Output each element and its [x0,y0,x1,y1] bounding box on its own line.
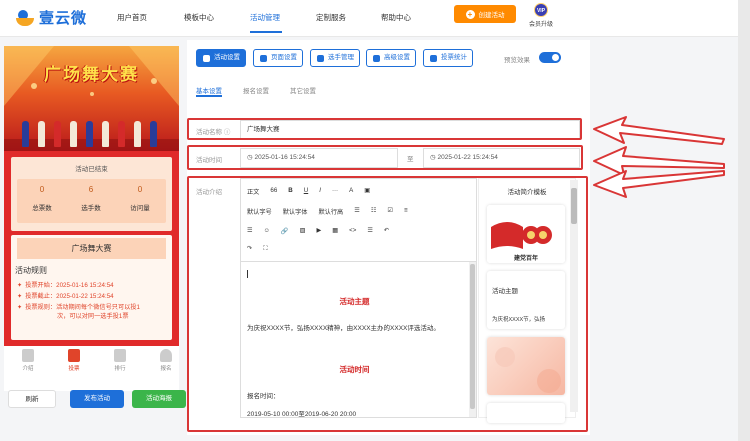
dancer-figure [134,121,141,147]
dancer-figure [102,121,109,147]
activity-settings-button[interactable]: 活动设置 [196,49,246,67]
dancer-figure [86,121,93,147]
tab-other-settings[interactable]: 其它设置 [290,85,316,95]
dancer-figure [70,121,77,147]
preview-bottom-tabs: 介绍 投票 排行 报名 [4,346,179,376]
rule-item: ✦ 投票截止：2025-01-22 15:24:54 [17,293,114,300]
page-settings-button[interactable]: 页面设置 [253,49,303,67]
person-icon [160,349,172,362]
stat-contestants: 6 选手数 [66,185,116,212]
preview-effect-label: 预览效果 [504,57,530,64]
dancer-figure [22,121,29,147]
vote-statistics-button[interactable]: 投票统计 [423,49,473,67]
rules-box: 广场舞大赛 活动规则 ✦ 投票开始：2025-01-16 15:24:54 ✦ 投票… [11,235,172,340]
nav-help-center[interactable]: 帮助中心 [381,12,411,23]
crown-icon [114,349,126,362]
stat-label: 访问量 [130,205,150,212]
subtab-active-indicator [196,95,222,97]
highlight-box-time [187,145,583,170]
create-activity-label: 创建活动 [478,12,505,19]
annotation-arrows [593,116,725,198]
logo-icon [16,9,36,27]
create-activity-button[interactable]: + 创建活动 [454,5,516,23]
dancer-figure [118,121,125,147]
sliders-icon [373,54,380,62]
stat-label: 总票数 [32,205,52,212]
stat-label: 选手数 [81,205,101,212]
rule-item: ✦ 投票规则：活动期间每个微信号只可以投1 [17,304,141,311]
bar-chart-icon [430,54,437,62]
event-name-header: 广场舞大赛 [17,238,166,259]
window-edge [738,0,750,441]
document-icon [22,349,34,362]
gear-icon [203,54,210,62]
stat-value: 0 [137,185,143,194]
preview-toggle[interactable] [539,52,561,63]
nav-template-center[interactable]: 模板中心 [184,12,214,23]
vip-badge-icon: VIP [534,3,548,17]
preview-banner: 广场舞大赛 [4,46,179,151]
banner-title: 广场舞大赛 [44,65,139,84]
refresh-button[interactable]: 刷新 [8,390,56,408]
publish-activity-button[interactable]: 发布活动 [70,390,124,408]
tab-basic-settings[interactable]: 基本设置 [196,85,222,95]
page-icon [260,54,267,62]
status-box: 活动已结束 0 总票数 6 选手数 0 访问量 [11,157,172,231]
tab-vote[interactable]: 投票 [59,349,89,372]
tab-intro[interactable]: 介绍 [13,349,43,372]
highlight-box-intro [187,176,588,432]
tab-signup-settings[interactable]: 报名设置 [243,85,269,95]
vip-upgrade[interactable]: VIP 会员升级 [528,3,554,28]
stat-value: 6 [88,185,94,194]
rule-item: ✦ 投票开始：2025-01-16 15:24:54 [17,282,114,289]
star-icon: ✦ [17,304,23,311]
nav-custom-service[interactable]: 定制服务 [316,12,346,23]
nav-activity-management[interactable]: 活动管理 [250,12,280,23]
rules-title: 活动规则 [15,266,47,275]
brand-logo[interactable]: 壹云微 [16,7,87,28]
highlight-box-name [187,118,582,140]
preview-info-panel: 活动已结束 0 总票数 6 选手数 0 访问量 广场舞大赛 活动规则 ✦ 投票开始… [4,151,179,346]
stats-row: 0 总票数 6 选手数 0 访问量 [17,179,166,223]
rule-item-continued: 次，可以对同一选手投1票 [57,313,129,320]
nav-user-home[interactable]: 用户首页 [117,12,147,23]
vip-label: 会员升级 [528,22,553,28]
activity-status: 活动已结束 [75,166,108,173]
star-icon: ✦ [17,293,23,300]
activity-poster-button[interactable]: 活动海报 [132,390,186,408]
dancer-figure [54,121,61,147]
brand-name: 壹云微 [39,10,88,27]
top-navbar: 壹云微 用户首页 模板中心 活动管理 定制服务 帮助中心 + 创建活动 VIP … [0,0,750,37]
stat-value: 0 [39,185,45,194]
plus-icon: + [465,9,475,19]
tab-signup[interactable]: 报名 [151,349,181,372]
nav-active-indicator [250,31,282,33]
stat-total-votes: 0 总票数 [17,185,67,212]
stat-visits: 0 访问量 [115,185,165,212]
advanced-settings-button[interactable]: 高级设置 [366,49,416,67]
contestant-management-button[interactable]: 选手管理 [310,49,360,67]
users-icon [317,54,324,62]
tab-ranking[interactable]: 排行 [105,349,135,372]
dancer-figure [38,121,45,147]
home-icon [68,349,80,362]
dancer-figure [150,121,157,147]
mobile-preview: 广场舞大赛 活动已结束 0 总票数 6 选手数 0 访问量 广场舞大赛 活动规则… [4,46,179,391]
star-icon: ✦ [17,282,23,289]
